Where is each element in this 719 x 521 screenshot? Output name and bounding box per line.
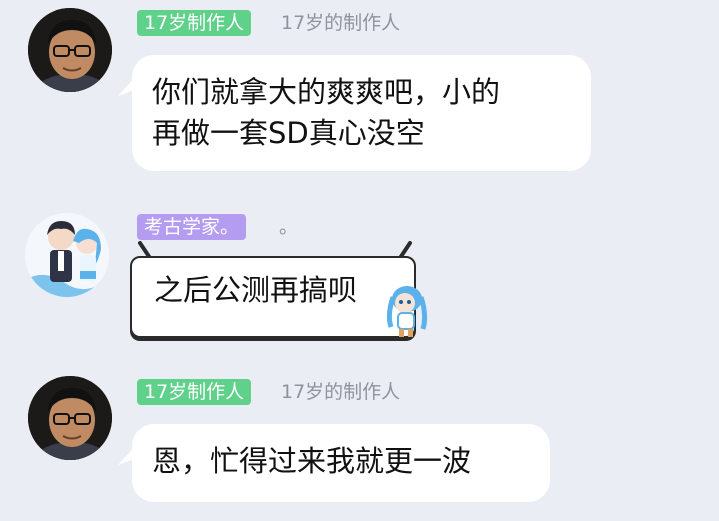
message-text: 恩，忙得过来我就更一波 [152, 444, 472, 478]
user-avatar[interactable] [28, 8, 112, 92]
sender-nickname[interactable]: 。 [279, 214, 298, 240]
anime-couple-avatar-icon [25, 213, 109, 297]
man-avatar-icon [28, 8, 112, 92]
message-bubble[interactable]: 恩，忙得过来我就更一波 [132, 424, 550, 502]
user-avatar[interactable] [28, 376, 112, 460]
chibi-sticker-icon [386, 286, 428, 337]
title-badge: 17岁制作人 [137, 10, 252, 36]
message-bubble[interactable]: 你们就拿大的爽爽吧，小的 再做一套SD真心没空 [132, 55, 591, 171]
title-badge: 考古学家。 [137, 214, 247, 240]
man-avatar-icon [28, 376, 112, 460]
message-bubble[interactable]: 之后公测再搞呗 [130, 256, 416, 338]
sender-nickname[interactable]: 17岁的制作人 [281, 379, 400, 405]
user-avatar[interactable] [25, 213, 109, 297]
message-text: 之后公测再搞呗 [154, 273, 358, 307]
message-line: 再做一套SD真心没空 [152, 116, 425, 150]
sender-nickname[interactable]: 17岁的制作人 [281, 10, 400, 36]
title-badge: 17岁制作人 [137, 379, 252, 405]
message-line: 你们就拿大的爽爽吧，小的 [152, 75, 501, 109]
